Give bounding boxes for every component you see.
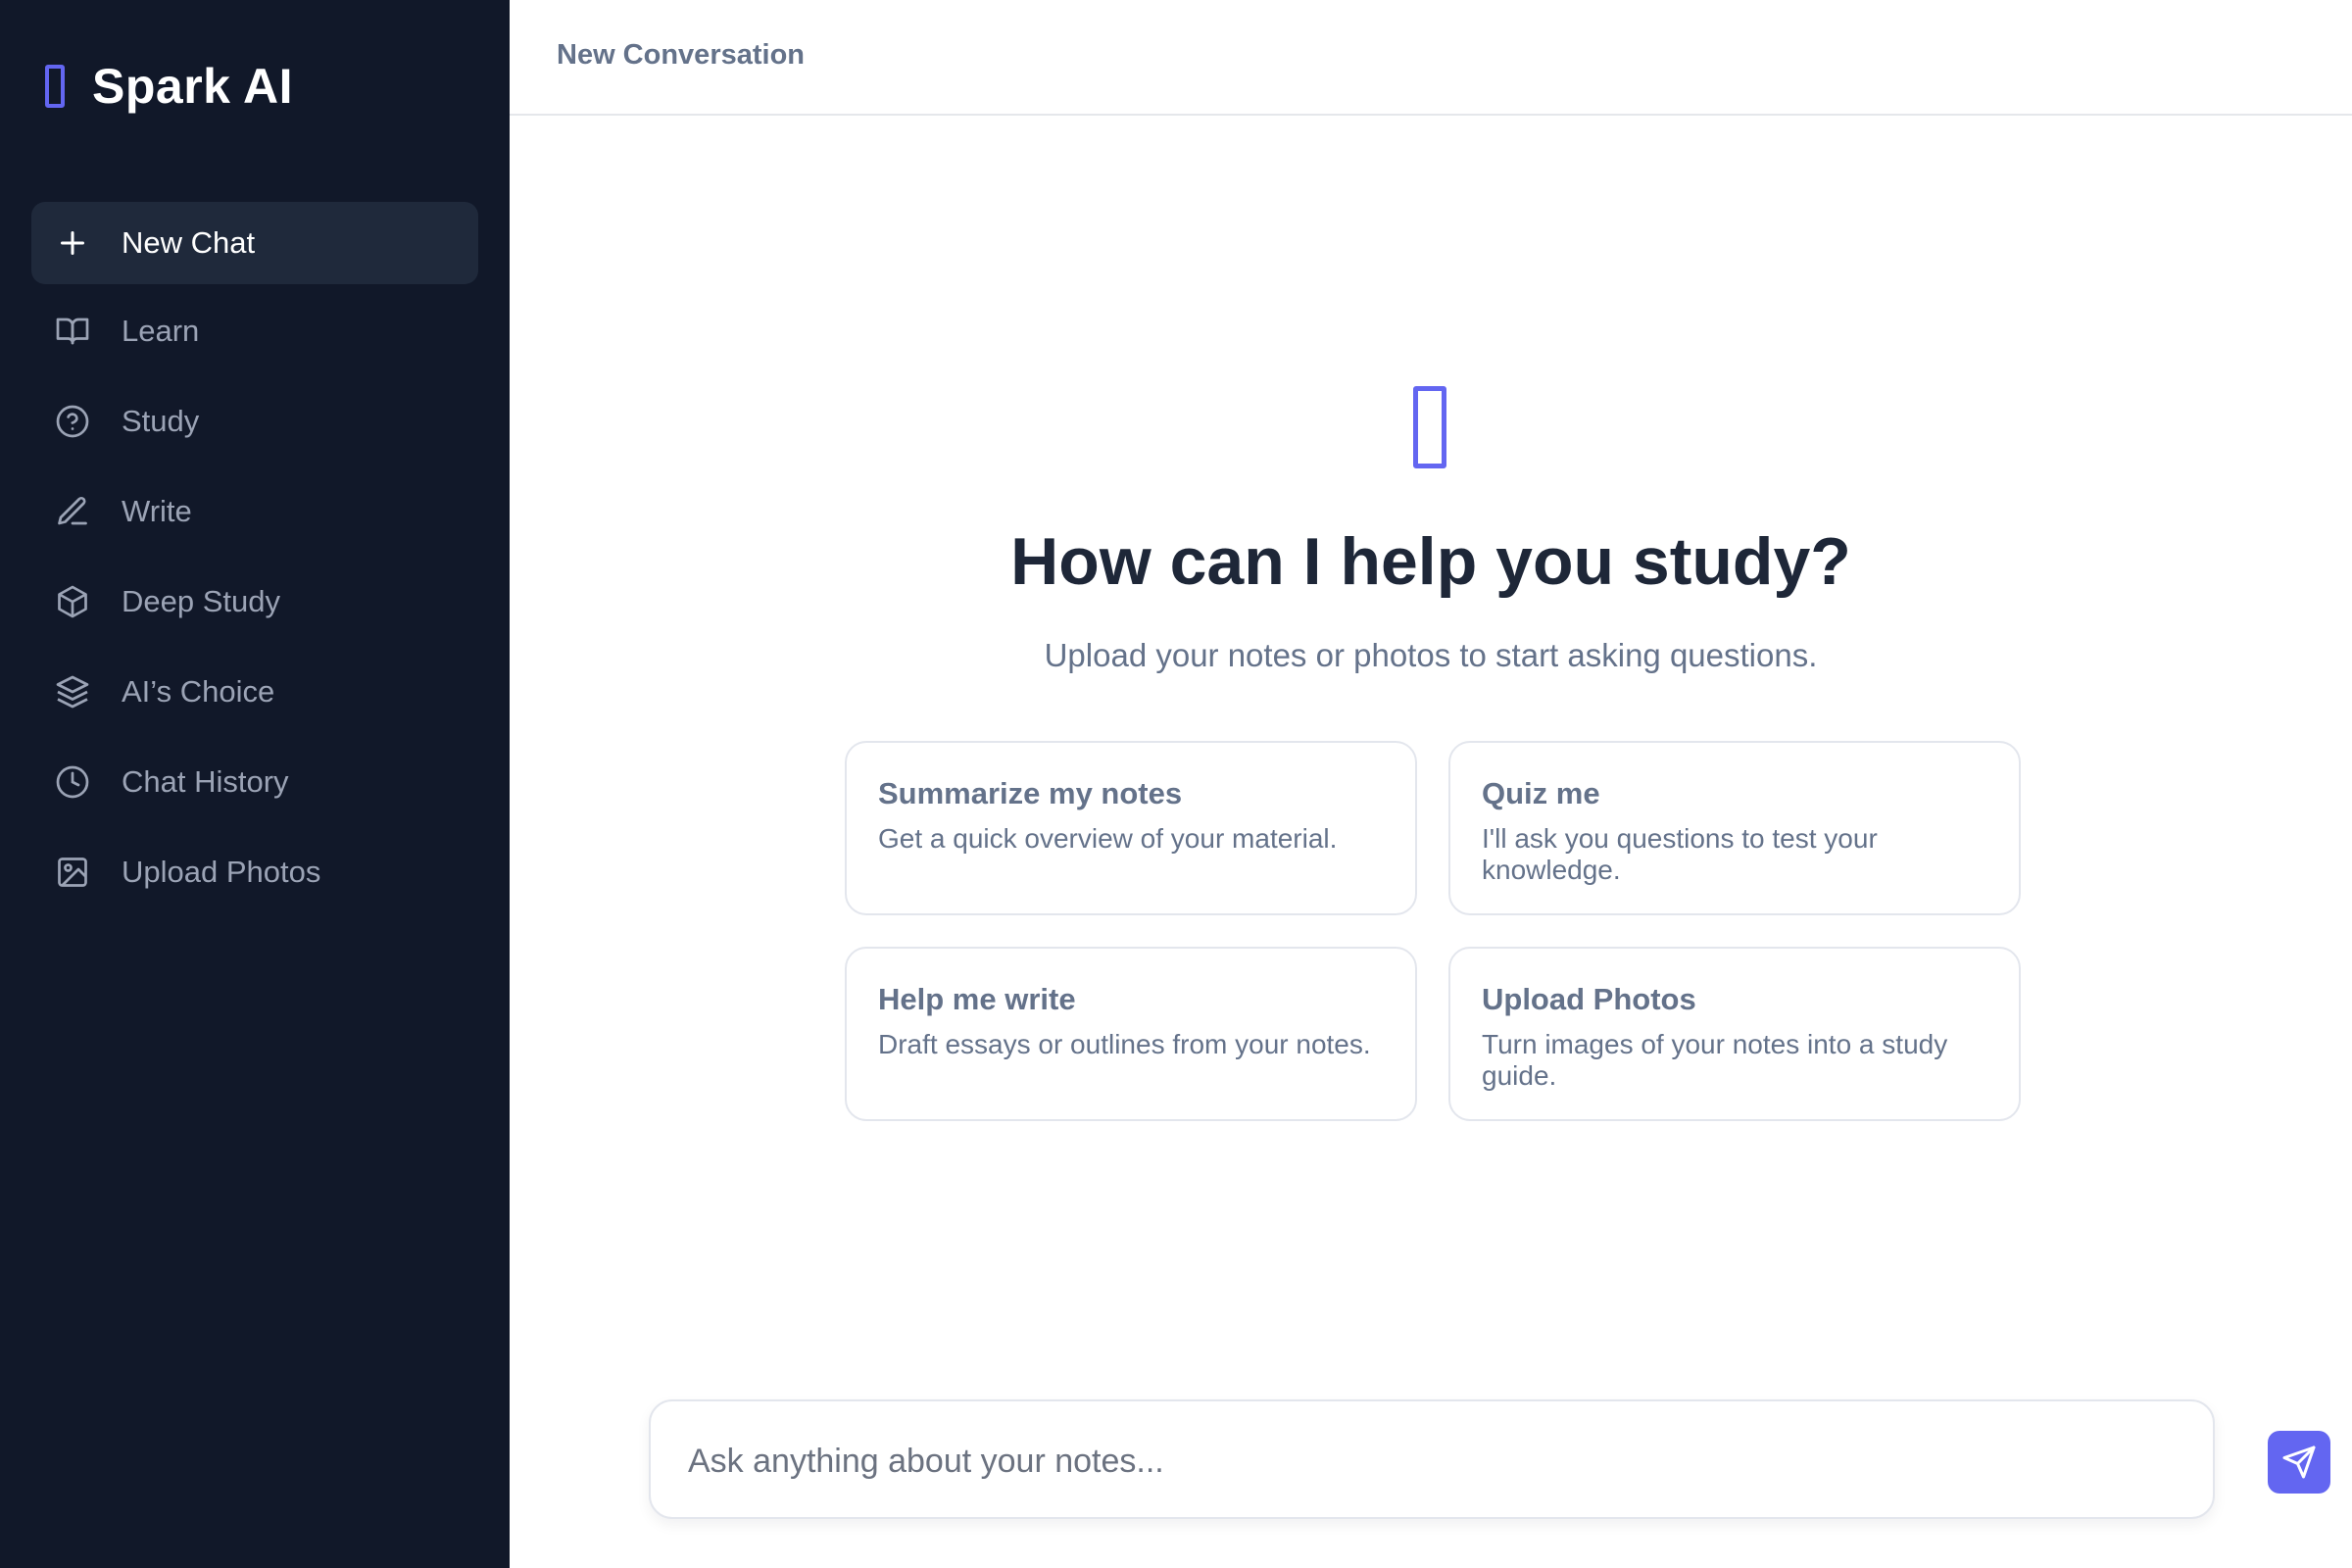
suggestion-title: Summarize my notes	[878, 776, 1183, 810]
send-button[interactable]	[2268, 1431, 2330, 1494]
sidebar-item-deep-study[interactable]: Deep Study	[31, 561, 478, 643]
sidebar-item-study[interactable]: Study	[31, 380, 478, 463]
brand[interactable]: Spark AI	[45, 57, 293, 116]
sidebar-item-label: Deep Study	[122, 584, 280, 618]
sidebar-item-label: New Chat	[122, 225, 256, 260]
plus-icon	[55, 225, 90, 261]
suggestion-description: Draft essays or outlines from your notes…	[878, 1029, 1371, 1059]
cube-icon	[55, 584, 90, 619]
sidebar-item-upload-photos[interactable]: Upload Photos	[31, 831, 478, 913]
sidebar-item-new-chat[interactable]: New Chat	[31, 202, 478, 284]
welcome-subtitle: Upload your notes or photos to start ask…	[1044, 637, 1818, 673]
message-composer	[649, 1399, 2330, 1519]
message-input[interactable]	[688, 1435, 2080, 1488]
suggestion-card-summarize[interactable]: Summarize my notes Get a quick overview …	[845, 741, 1417, 915]
sidebar-nav: New Chat Learn Study Write Deep Study AI…	[31, 202, 478, 921]
suggestion-description: I'll ask you questions to test your know…	[1482, 823, 1878, 885]
book-open-icon	[55, 314, 90, 349]
help-circle-icon	[55, 404, 90, 439]
suggestion-card-write[interactable]: Help me write Draft essays or outlines f…	[845, 947, 1417, 1121]
suggestion-description: Get a quick overview of your material.	[878, 823, 1338, 854]
clock-icon	[55, 764, 90, 800]
sidebar-item-chat-history[interactable]: Chat History	[31, 741, 478, 823]
suggestion-title: Help me write	[878, 982, 1076, 1016]
sidebar: Spark AI New Chat Learn Study Write Deep…	[0, 0, 510, 1568]
suggestion-title: Quiz me	[1482, 776, 1600, 810]
layers-icon	[55, 674, 90, 710]
send-icon	[2282, 1446, 2316, 1479]
main-panel: New Conversation How can I help you stud…	[510, 0, 2352, 1568]
image-icon	[55, 855, 90, 890]
top-bar: New Conversation	[510, 0, 2352, 116]
suggestion-card-quiz[interactable]: Quiz me I'll ask you questions to test y…	[1448, 741, 2021, 915]
sidebar-item-label: Learn	[122, 314, 200, 348]
sidebar-item-learn[interactable]: Learn	[31, 290, 478, 372]
sidebar-item-label: Upload Photos	[122, 855, 321, 889]
welcome-heading: How can I help you study?	[1010, 524, 1851, 599]
sidebar-item-label: Study	[122, 404, 200, 438]
page-title: New Conversation	[557, 39, 805, 71]
spark-icon	[1413, 386, 1446, 468]
suggestion-title: Upload Photos	[1482, 982, 1696, 1016]
suggestion-card-upload[interactable]: Upload Photos Turn images of your notes …	[1448, 947, 2021, 1121]
sidebar-item-ais-choice[interactable]: AI’s Choice	[31, 651, 478, 733]
sidebar-item-label: Chat History	[122, 764, 289, 799]
sidebar-item-label: AI’s Choice	[122, 674, 275, 709]
suggestion-description: Turn images of your notes into a study g…	[1482, 1029, 1948, 1091]
sidebar-item-label: Write	[122, 494, 192, 528]
pen-icon	[55, 494, 90, 529]
app-name: Spark AI	[92, 59, 294, 114]
spark-logo-icon	[45, 65, 65, 108]
sidebar-item-write[interactable]: Write	[31, 470, 478, 553]
